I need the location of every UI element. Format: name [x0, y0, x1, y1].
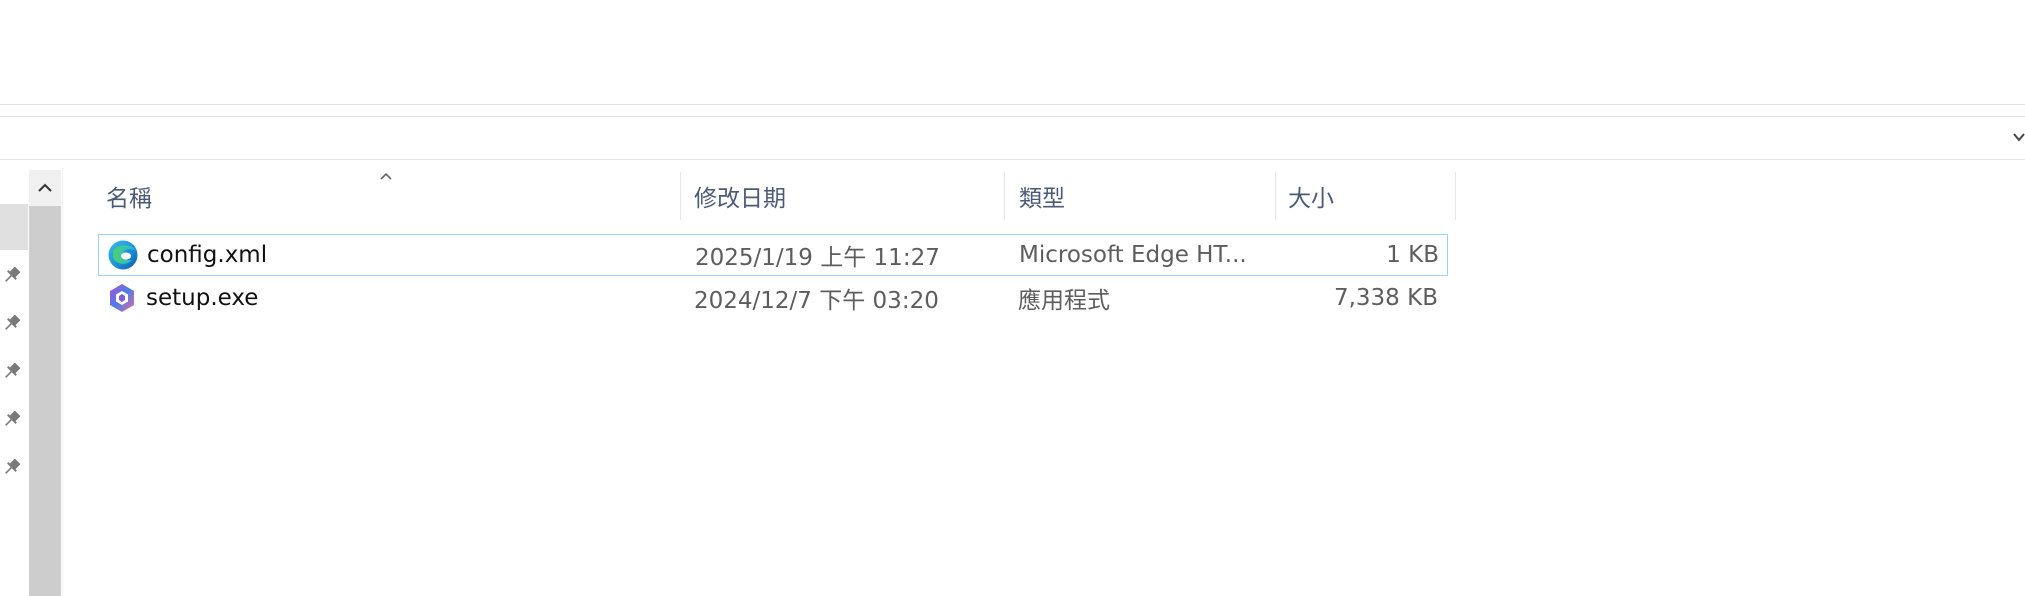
file-row[interactable]: config.xml 2025/1/19 上午 11:27 Microsoft …	[98, 234, 1448, 276]
column-header-type-label: 類型	[1019, 186, 1065, 212]
pin-icon	[5, 410, 21, 426]
column-divider[interactable]	[1455, 172, 1456, 220]
address-bar-top-border	[0, 116, 2025, 117]
file-name: config.xml	[147, 242, 268, 268]
file-name-cell[interactable]: setup.exe	[106, 277, 258, 319]
column-header-size-label: 大小	[1288, 186, 1334, 212]
column-divider[interactable]	[1004, 172, 1005, 220]
file-modified-cell: 2024/12/7 下午 03:20	[694, 288, 939, 314]
column-divider[interactable]	[680, 172, 681, 220]
pane-divider	[62, 170, 63, 596]
nav-item-hover[interactable]	[0, 204, 28, 250]
scrollbar-thumb[interactable]	[29, 206, 61, 596]
column-header-modified[interactable]: 修改日期	[686, 172, 1004, 220]
scroll-up-button[interactable]	[29, 170, 61, 206]
file-explorer-window: 名稱 修改日期 類型 大小 config.xml 2025/1/19 上午 11…	[0, 0, 2025, 596]
column-header-modified-label: 修改日期	[694, 186, 786, 212]
file-size-cell: 1 KB	[1386, 242, 1439, 268]
nav-scrollbar[interactable]	[29, 170, 61, 596]
column-header-type[interactable]: 類型	[1011, 172, 1275, 220]
column-divider[interactable]	[1275, 172, 1276, 220]
pin-icon	[5, 458, 21, 474]
column-header-name[interactable]: 名稱	[98, 172, 680, 220]
pin-icon	[5, 314, 21, 330]
file-name-cell[interactable]: config.xml	[107, 235, 267, 275]
column-header-name-label: 名稱	[106, 186, 152, 212]
file-size-cell: 7,338 KB	[1333, 285, 1438, 311]
edge-icon	[108, 240, 138, 270]
file-modified-cell: 2025/1/19 上午 11:27	[695, 245, 940, 271]
address-history-chevron-icon[interactable]	[2011, 130, 2025, 144]
file-name: setup.exe	[146, 285, 259, 311]
file-row[interactable]: setup.exe 2024/12/7 下午 03:20 應用程式 7,338 …	[98, 277, 1448, 319]
toolbar-area	[0, 0, 2025, 104]
file-type-cell: Microsoft Edge HT...	[1019, 242, 1247, 268]
navigation-pane[interactable]	[0, 170, 62, 596]
column-header-size[interactable]: 大小	[1280, 172, 1454, 220]
pin-icon	[5, 266, 21, 282]
toolbar-divider	[0, 104, 2025, 105]
pin-icon	[5, 362, 21, 378]
office-setup-icon	[110, 284, 134, 312]
address-bar-bottom-border	[0, 159, 2025, 160]
chevron-up-icon	[38, 183, 52, 192]
file-type-cell: 應用程式	[1018, 288, 1110, 314]
